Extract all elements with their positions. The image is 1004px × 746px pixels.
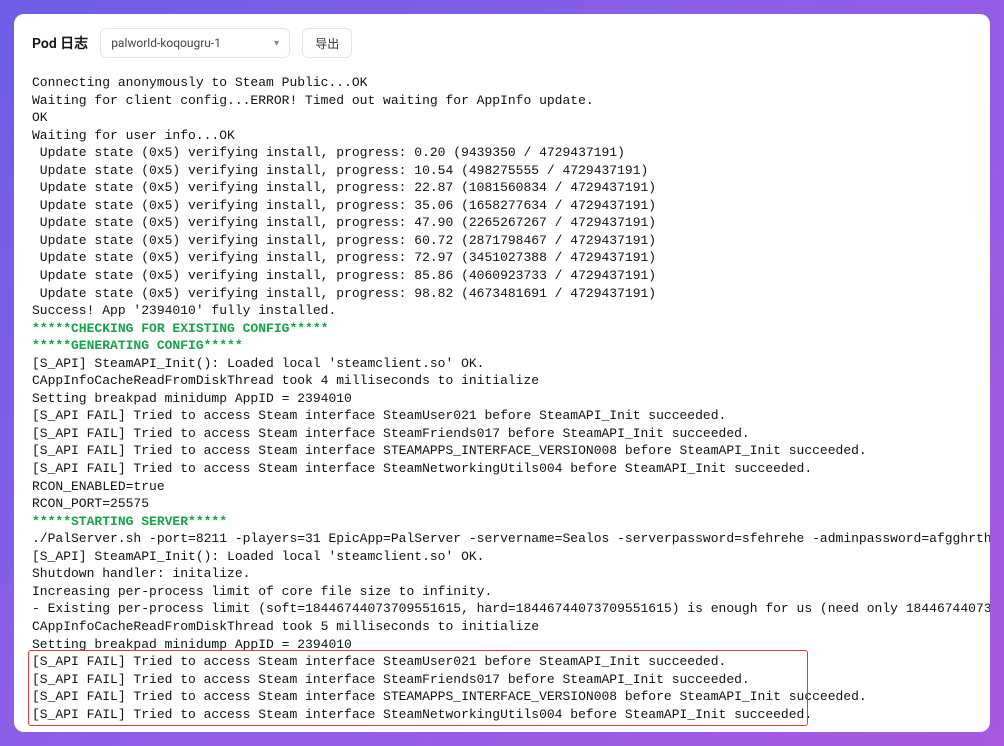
log-line: ./PalServer.sh -port=8211 -players=31 Ep… xyxy=(32,530,972,548)
log-line: Success! App '2394010' fully installed. xyxy=(32,302,972,320)
log-line: CAppInfoCacheReadFromDiskThread took 4 m… xyxy=(32,372,972,390)
pod-select-value: palworld-koqougru-1 xyxy=(111,36,221,50)
log-line: - Existing per-process limit (soft=18446… xyxy=(32,600,972,618)
log-line: [S_API] SteamAPI_Init(): Loaded local 's… xyxy=(32,548,972,566)
log-line: Update state (0x5) verifying install, pr… xyxy=(32,144,972,162)
panel-title: Pod 日志 xyxy=(32,33,88,53)
log-line: RCON_PORT=25575 xyxy=(32,495,972,513)
log-line: [S_API FAIL] Tried to access Steam inter… xyxy=(32,442,972,460)
log-panel: Pod 日志 palworld-koqougru-1 ▾ 导出 Connecti… xyxy=(14,14,990,732)
toolbar: Pod 日志 palworld-koqougru-1 ▾ 导出 xyxy=(32,28,972,58)
log-line: CAppInfoCacheReadFromDiskThread took 5 m… xyxy=(32,618,972,636)
log-line: *****CHECKING FOR EXISTING CONFIG***** xyxy=(32,320,972,338)
log-line: Update state (0x5) verifying install, pr… xyxy=(32,249,972,267)
log-line: Update state (0x5) verifying install, pr… xyxy=(32,162,972,180)
log-line: [S_API FAIL] Tried to access Steam inter… xyxy=(32,653,972,671)
log-line: [S_API FAIL] Tried to access Steam inter… xyxy=(32,688,972,706)
pod-select[interactable]: palworld-koqougru-1 ▾ xyxy=(100,28,290,58)
log-line: Increasing per-process limit of core fil… xyxy=(32,583,972,601)
log-line: Update state (0x5) verifying install, pr… xyxy=(32,214,972,232)
log-line: [S_API] SteamAPI_Init(): Loaded local 's… xyxy=(32,355,972,373)
log-line: Update state (0x5) verifying install, pr… xyxy=(32,179,972,197)
log-line: Update state (0x5) verifying install, pr… xyxy=(32,197,972,215)
chevron-down-icon: ▾ xyxy=(274,38,279,49)
log-line: Waiting for user info...OK xyxy=(32,127,972,145)
log-line: OK xyxy=(32,109,972,127)
log-line: RCON_ENABLED=true xyxy=(32,478,972,496)
log-line: Update state (0x5) verifying install, pr… xyxy=(32,232,972,250)
log-line: [S_API FAIL] Tried to access Steam inter… xyxy=(32,706,972,724)
log-output: Connecting anonymously to Steam Public..… xyxy=(32,74,972,723)
log-line: *****STARTING SERVER***** xyxy=(32,513,972,531)
log-line: [S_API FAIL] Tried to access Steam inter… xyxy=(32,460,972,478)
log-line: Update state (0x5) verifying install, pr… xyxy=(32,267,972,285)
log-line: Setting breakpad minidump AppID = 239401… xyxy=(32,390,972,408)
log-line: Connecting anonymously to Steam Public..… xyxy=(32,74,972,92)
export-button[interactable]: 导出 xyxy=(302,28,352,58)
log-line: *****GENERATING CONFIG***** xyxy=(32,337,972,355)
log-line: [S_API FAIL] Tried to access Steam inter… xyxy=(32,425,972,443)
log-line: Waiting for client config...ERROR! Timed… xyxy=(32,92,972,110)
log-line: Shutdown handler: initalize. xyxy=(32,565,972,583)
log-line: Setting breakpad minidump AppID = 239401… xyxy=(32,636,972,654)
log-line: [S_API FAIL] Tried to access Steam inter… xyxy=(32,671,972,689)
log-line: [S_API FAIL] Tried to access Steam inter… xyxy=(32,407,972,425)
log-line: Update state (0x5) verifying install, pr… xyxy=(32,285,972,303)
